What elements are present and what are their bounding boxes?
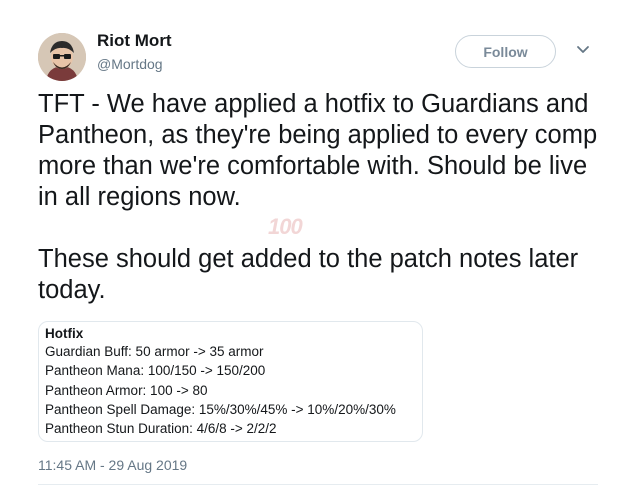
avatar[interactable]	[38, 33, 86, 81]
tweet-text: TFT - We have applied a hotfix to Guardi…	[38, 90, 598, 304]
watermark-logo: 100	[268, 214, 303, 240]
user-handle[interactable]: @Mortdog	[97, 54, 172, 74]
hotfix-line: Pantheon Spell Damage: 15%/30%/45% -> 10…	[45, 401, 396, 417]
watermark-text: 100	[268, 214, 303, 239]
hotfix-image-card[interactable]: Hotfix Guardian Buff: 50 armor -> 35 arm…	[38, 321, 423, 442]
hotfix-line: Pantheon Stun Duration: 4/6/8 -> 2/2/2	[45, 421, 277, 437]
hotfix-line: Pantheon Mana: 100/150 -> 150/200	[45, 363, 266, 379]
hotfix-title: Hotfix	[45, 326, 84, 341]
follow-button[interactable]: Follow	[455, 35, 556, 68]
chevron-down-icon[interactable]	[575, 44, 591, 56]
hotfix-line: Pantheon Armor: 100 -> 80	[45, 382, 208, 398]
tweet-timestamp[interactable]: 11:45 AM - 29 Aug 2019	[38, 457, 187, 473]
hotfix-line: Guardian Buff: 50 armor -> 35 armor	[45, 344, 264, 359]
display-name[interactable]: Riot Mort	[97, 31, 172, 51]
tweet-author[interactable]: Riot Mort @Mortdog	[97, 31, 172, 74]
divider	[38, 484, 598, 485]
